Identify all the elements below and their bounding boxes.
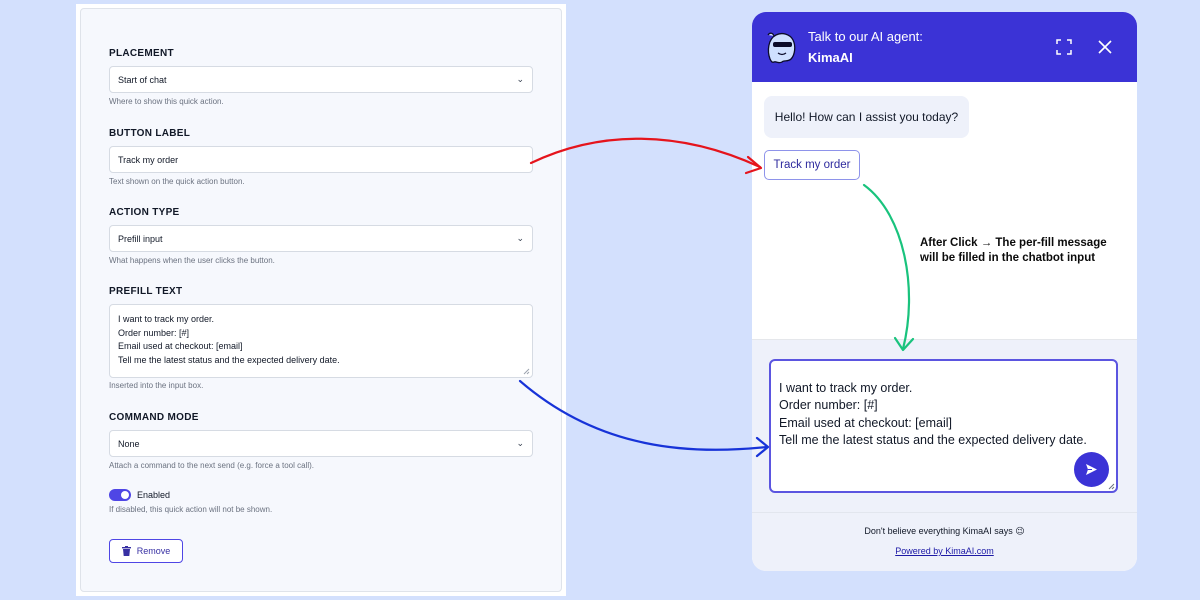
chevron-down-icon: ⌄ [516,233,524,243]
command-mode-label: COMMAND MODE [109,412,199,423]
chat-input[interactable]: I want to track my order. Order number: … [769,359,1118,493]
resize-grip-icon[interactable] [1108,483,1115,490]
greeting-message: Hello! How can I assist you today? [764,96,969,138]
button-label-value: Track my order [118,154,179,165]
chat-input-line: I want to track my order. [779,381,913,395]
agent-name: KimaAI [808,50,853,65]
command-mode-hint: Attach a command to the next send (e.g. … [109,461,314,470]
annotation-line: After Click → The per-fill message [920,237,1107,249]
action-type-select[interactable]: Prefill input ⌄ [109,225,533,252]
prefill-text-label: PREFILL TEXT [109,286,183,297]
button-label-hint: Text shown on the quick action button. [109,177,245,186]
prefill-line: Email used at checkout: [email] [118,341,243,351]
prefill-text-hint: Inserted into the input box. [109,381,204,390]
prefill-line: Tell me the latest status and the expect… [118,354,340,365]
ghost-avatar-icon [767,32,796,64]
close-icon[interactable] [1097,39,1113,55]
annotation-line: will be filled in the chatbot input [920,252,1096,264]
chat-input-line: Order number: [#] [779,398,878,413]
chat-header: Talk to our AI agent: KimaAI [752,12,1137,82]
placement-value: Start of chat [118,74,167,85]
action-type-value: Prefill input [118,233,163,244]
send-button[interactable] [1074,452,1109,487]
trash-icon [121,546,131,556]
chat-input-line: Email used at checkout: [email] [779,415,952,430]
prefill-text-textarea[interactable]: I want to track my order. Order number: … [109,304,533,378]
prefill-line: Order number: [#] [118,327,190,338]
enabled-label: Enabled [137,490,171,500]
toggle-knob [121,491,129,499]
send-icon [1086,464,1097,475]
prefill-line: I want to track my order. [118,314,215,324]
placement-label: PLACEMENT [109,48,174,59]
chat-widget: Talk to our AI agent: KimaAI Hello! How … [752,12,1137,571]
remove-button-label: Remove [136,546,171,556]
chevron-down-icon: ⌄ [516,438,524,448]
footer-divider [752,512,1137,513]
resize-grip-icon[interactable] [523,368,530,375]
command-mode-value: None [118,438,140,449]
chat-header-subtitle: Talk to our AI agent: [808,29,923,44]
disclaimer-text: Don't believe everything KimaAI says 😉 [864,526,1025,536]
track-order-quick-action-button[interactable]: Track my order [764,150,860,180]
placement-hint: Where to show this quick action. [109,97,224,106]
remove-button[interactable]: Remove [109,539,183,563]
button-label-label: BUTTON LABEL [109,128,191,139]
expand-icon[interactable] [1056,39,1072,55]
action-type-hint: What happens when the user clicks the bu… [109,256,275,265]
command-mode-select[interactable]: None ⌄ [109,430,533,457]
placement-select[interactable]: Start of chat ⌄ [109,66,533,93]
chevron-down-icon: ⌄ [516,74,524,84]
enabled-toggle[interactable] [109,489,131,501]
action-type-label: ACTION TYPE [109,207,180,218]
chat-input-line: Tell me the latest status and the expect… [779,432,1087,447]
annotation-note: After Click → The per-fill message will … [920,236,1135,266]
button-label-input[interactable]: Track my order [109,146,533,173]
enabled-hint: If disabled, this quick action will not … [109,505,273,514]
powered-by-link[interactable]: Powered by KimaAI.com [752,546,1137,556]
